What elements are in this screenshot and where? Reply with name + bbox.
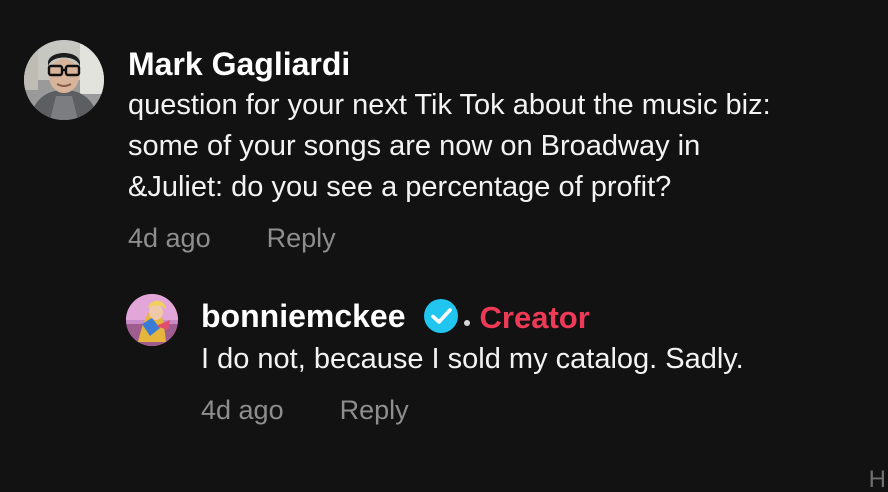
verified-check-icon [423, 299, 458, 333]
reply-meta: 4d ago Reply [201, 395, 744, 426]
author-name[interactable]: bonniemckee [201, 296, 406, 336]
comment-meta: 4d ago Reply [128, 223, 771, 254]
reply-text: I do not, because I sold my catalog. Sad… [201, 343, 744, 375]
reply-body: bonniemckee Creator I do not, because I … [201, 294, 744, 426]
reply-button[interactable]: Reply [340, 395, 409, 426]
avatar[interactable] [24, 40, 104, 120]
colorful-artist-avatar-icon [126, 294, 178, 346]
comment-time: 4d ago [128, 223, 211, 253]
reply-time: 4d ago [201, 395, 284, 425]
creator-badge: Creator [479, 300, 590, 335]
separator-dot [463, 320, 470, 326]
comment-author[interactable]: Mark Gagliardi [128, 44, 771, 84]
reply-author-row: bonniemckee Creator [201, 294, 744, 338]
comment-text: question for your next Tik Tok about the… [128, 89, 771, 203]
corner-mark: H [868, 466, 886, 492]
comment-thread: Mark Gagliardi question for your next Ti… [0, 0, 888, 492]
comment-body: Mark Gagliardi question for your next Ti… [128, 44, 771, 254]
reply-button[interactable]: Reply [267, 223, 336, 254]
avatar[interactable] [126, 294, 178, 346]
person-with-glasses-avatar-icon [24, 40, 104, 120]
author-name[interactable]: Mark Gagliardi [128, 44, 350, 84]
